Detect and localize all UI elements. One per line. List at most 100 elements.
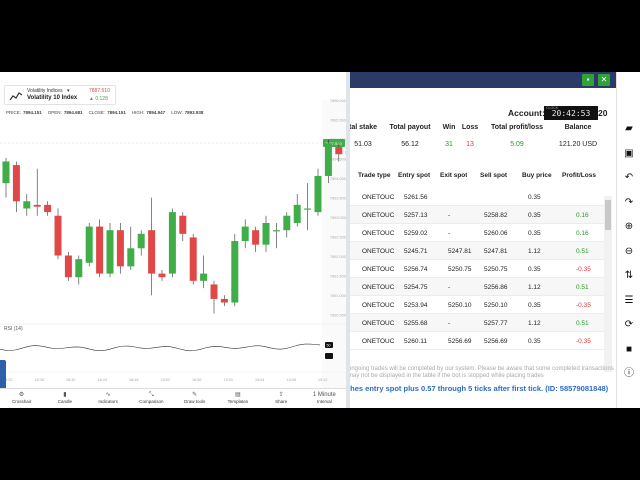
toolbar-interval[interactable]: 1 Minute Interval	[303, 389, 346, 408]
candle[interactable]	[85, 222, 93, 267]
scroll-thumb[interactable]	[605, 200, 611, 230]
contract-description: ches entry spot plus 0.57 through 5 tick…	[350, 384, 609, 393]
candle[interactable]	[304, 183, 312, 231]
table-row[interactable]: ONETOUC 5255.68 - 5257.77 1.12 0.51	[350, 314, 604, 332]
candle[interactable]	[220, 295, 228, 307]
zoom-out-icon[interactable]: ⊖	[622, 245, 636, 259]
window-titlebar[interactable]: ▪ ✕	[350, 72, 616, 88]
candle[interactable]	[23, 194, 31, 216]
candle[interactable]	[252, 226, 260, 252]
table-row[interactable]: ONETOUC 5253.94 5250.10 5250.10 0.35 -0.35	[350, 296, 604, 314]
account-label: Account:	[508, 108, 545, 118]
toolbar-candle[interactable]: ▮ Candle	[43, 389, 86, 408]
candle[interactable]	[241, 219, 249, 249]
candle[interactable]	[44, 201, 52, 216]
candle[interactable]	[33, 168, 41, 216]
chart-panel[interactable]: 7896.0007895.5007895.0007894.5007894.000…	[0, 72, 346, 408]
table-row[interactable]: ONETOUC 5260.11 5256.69 5256.69 0.35 -0.35	[350, 332, 604, 350]
summary-header: Total profit/loss	[491, 124, 543, 131]
table-cell-entry: 5261.56	[404, 194, 428, 201]
rsi-label: RSI (14)	[4, 326, 23, 332]
toolbar-label: Share	[275, 399, 288, 404]
summary-value: 13	[466, 141, 474, 148]
candle[interactable]	[262, 215, 270, 252]
table-cell-exit: 5250.75	[448, 266, 472, 273]
candle[interactable]	[96, 219, 104, 278]
stop-icon[interactable]: ■	[622, 343, 636, 357]
info-icon[interactable]: ⓘ	[622, 367, 636, 381]
candle[interactable]	[2, 157, 10, 198]
candle[interactable]	[137, 230, 145, 256]
transactions-header: Trade type Entry spot Exit spot Sell spot Bu…	[350, 168, 606, 186]
candle-body	[96, 226, 104, 274]
table-cell-exit: -	[448, 212, 451, 219]
candle[interactable]	[12, 161, 20, 213]
transactions-column-header: Entry spot	[398, 172, 431, 179]
table-row[interactable]: ONETOUC 5256.74 5250.75 5250.75 0.35 -0.35	[350, 260, 604, 278]
candle[interactable]	[200, 255, 208, 289]
side-tab[interactable]	[0, 360, 6, 390]
table-row[interactable]: ONETOUC 5245.71 5247.81 5247.81 1.12 0.51	[350, 242, 604, 260]
workspace-toolbar: ▰ ▣ ↶ ↷ ⊕ ⊖ ⇅ ☰ ⟳ ■ ⓘ	[616, 72, 640, 408]
price-tick-label: 7890.500	[330, 314, 346, 318]
candle-body	[324, 143, 332, 176]
table-cell-type: ONETOUC	[362, 338, 395, 345]
summary-value: 121.20 USD	[558, 141, 598, 148]
ohlc-value: 7893.938	[184, 110, 204, 115]
table-row[interactable]: ONETOUC 5261.56 0.35	[350, 188, 604, 206]
table-row[interactable]: ONETOUC 5254.75 - 5256.86 1.12 0.51	[350, 278, 604, 296]
candle[interactable]	[75, 255, 83, 285]
toolbar-share[interactable]: ⇪ Share	[260, 389, 303, 408]
transactions-scrollbar[interactable]	[604, 196, 612, 372]
summary-header: tal stake	[350, 124, 378, 131]
list-icon[interactable]: ☰	[622, 294, 636, 308]
candle[interactable]	[189, 233, 197, 285]
candle-body	[116, 230, 124, 267]
candle[interactable]	[106, 222, 114, 278]
candle-body	[220, 298, 228, 303]
redo-icon[interactable]: ↷	[622, 196, 636, 210]
table-cell-entry: 5253.94	[404, 302, 428, 309]
toolbar-indicators[interactable]: ∿ Indicators	[87, 389, 130, 408]
candle-body	[272, 230, 280, 232]
candle[interactable]	[116, 222, 124, 274]
table-row[interactable]: ONETOUC 5257.13 - 5258.82 0.35 0.16	[350, 206, 604, 224]
table-cell-exit: -	[448, 284, 451, 291]
toolbar-draw-tools[interactable]: ✎ Draw tools	[173, 389, 216, 408]
summary-header: Total payout	[389, 124, 431, 131]
price-chart[interactable]: 7896.0007895.5007895.0007894.5007894.000…	[0, 72, 346, 388]
summary-header-row: tal stake Total payout Win Loss Total profit…	[350, 122, 610, 138]
zoom-in-icon[interactable]: ⊕	[622, 220, 636, 234]
table-cell-pl: 0.51	[576, 248, 589, 255]
candle[interactable]	[283, 212, 291, 238]
save-icon[interactable]: ▣	[622, 147, 636, 161]
candle[interactable]	[231, 233, 239, 307]
candle[interactable]	[179, 212, 187, 242]
symbol-selector[interactable]: Volatility Indices ▾ Volatility 10 Index…	[4, 85, 116, 105]
candle[interactable]	[272, 222, 280, 249]
candle-body	[85, 226, 93, 263]
candle[interactable]	[148, 197, 156, 296]
candle[interactable]	[158, 269, 166, 281]
undo-icon[interactable]: ↶	[622, 171, 636, 185]
candle[interactable]	[314, 168, 322, 216]
candle[interactable]	[54, 208, 62, 260]
toolbar-templates[interactable]: ▤ Templates	[216, 389, 259, 408]
candle[interactable]	[210, 280, 218, 314]
candle[interactable]	[127, 226, 135, 270]
table-row[interactable]: ONETOUC 5259.02 - 5260.06 0.35 0.16	[350, 224, 604, 242]
toolbar-icon: ⚙	[18, 392, 25, 398]
sort-icon[interactable]: ⇅	[622, 269, 636, 283]
close-icon[interactable]: ✕	[598, 74, 610, 86]
reload-icon[interactable]: ⟳	[622, 318, 636, 332]
save-window-icon[interactable]: ▪	[582, 74, 594, 86]
toolbar-comparison[interactable]: ⤡ Comparison	[130, 389, 173, 408]
rsi-level-badge	[325, 353, 333, 359]
candle[interactable]	[293, 194, 301, 227]
time-tick-label: 18:52	[161, 378, 171, 382]
toolbar-crosshair[interactable]: ⚙ Crosshair	[0, 389, 43, 408]
candle[interactable]	[64, 251, 72, 281]
open-folder-icon[interactable]: ▰	[622, 122, 636, 136]
table-cell-exit: 5250.10	[448, 302, 472, 309]
candle[interactable]	[168, 208, 176, 278]
